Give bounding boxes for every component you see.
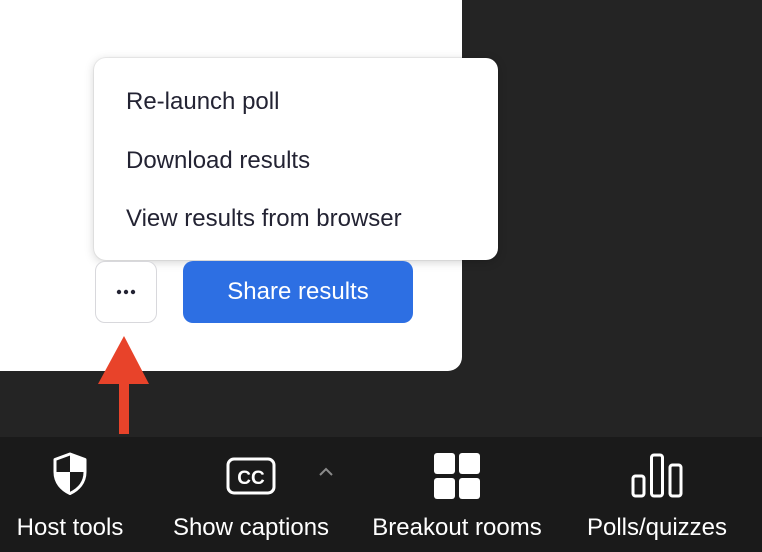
share-results-button[interactable]: Share results bbox=[183, 261, 413, 323]
red-arrow-indicator bbox=[98, 336, 149, 434]
more-options-menu: Re-launch poll Download results View res… bbox=[94, 58, 498, 260]
toolbar-show-captions[interactable]: CC Show captions bbox=[160, 437, 342, 552]
toolbar-label-breakout-rooms: Breakout rooms bbox=[372, 514, 542, 541]
shield-icon bbox=[53, 452, 87, 495]
toolbar-host-tools[interactable]: Host tools bbox=[0, 437, 140, 552]
meeting-toolbar: Host tools CC Show captions Breakout roo… bbox=[0, 437, 762, 552]
more-options-button[interactable] bbox=[95, 261, 157, 323]
toolbar-polls-quizzes[interactable]: Polls/quizzes bbox=[572, 437, 742, 552]
ellipsis-icon bbox=[116, 289, 136, 295]
grid-icon bbox=[434, 453, 480, 499]
toolbar-label-show-captions: Show captions bbox=[172, 514, 330, 541]
captions-options-chevron-icon[interactable] bbox=[316, 465, 336, 479]
menu-item-relaunch-poll[interactable]: Re-launch poll bbox=[94, 72, 498, 132]
menu-item-download-results[interactable]: Download results bbox=[94, 132, 498, 190]
toolbar-breakout-rooms[interactable]: Breakout rooms bbox=[362, 437, 552, 552]
toolbar-label-host-tools: Host tools bbox=[16, 514, 124, 541]
svg-text:CC: CC bbox=[237, 468, 265, 489]
toolbar-label-polls-quizzes: Polls/quizzes bbox=[586, 514, 728, 541]
menu-item-view-results-browser[interactable]: View results from browser bbox=[94, 190, 498, 248]
cc-icon: CC bbox=[226, 457, 276, 495]
bar-chart-icon bbox=[631, 453, 683, 498]
